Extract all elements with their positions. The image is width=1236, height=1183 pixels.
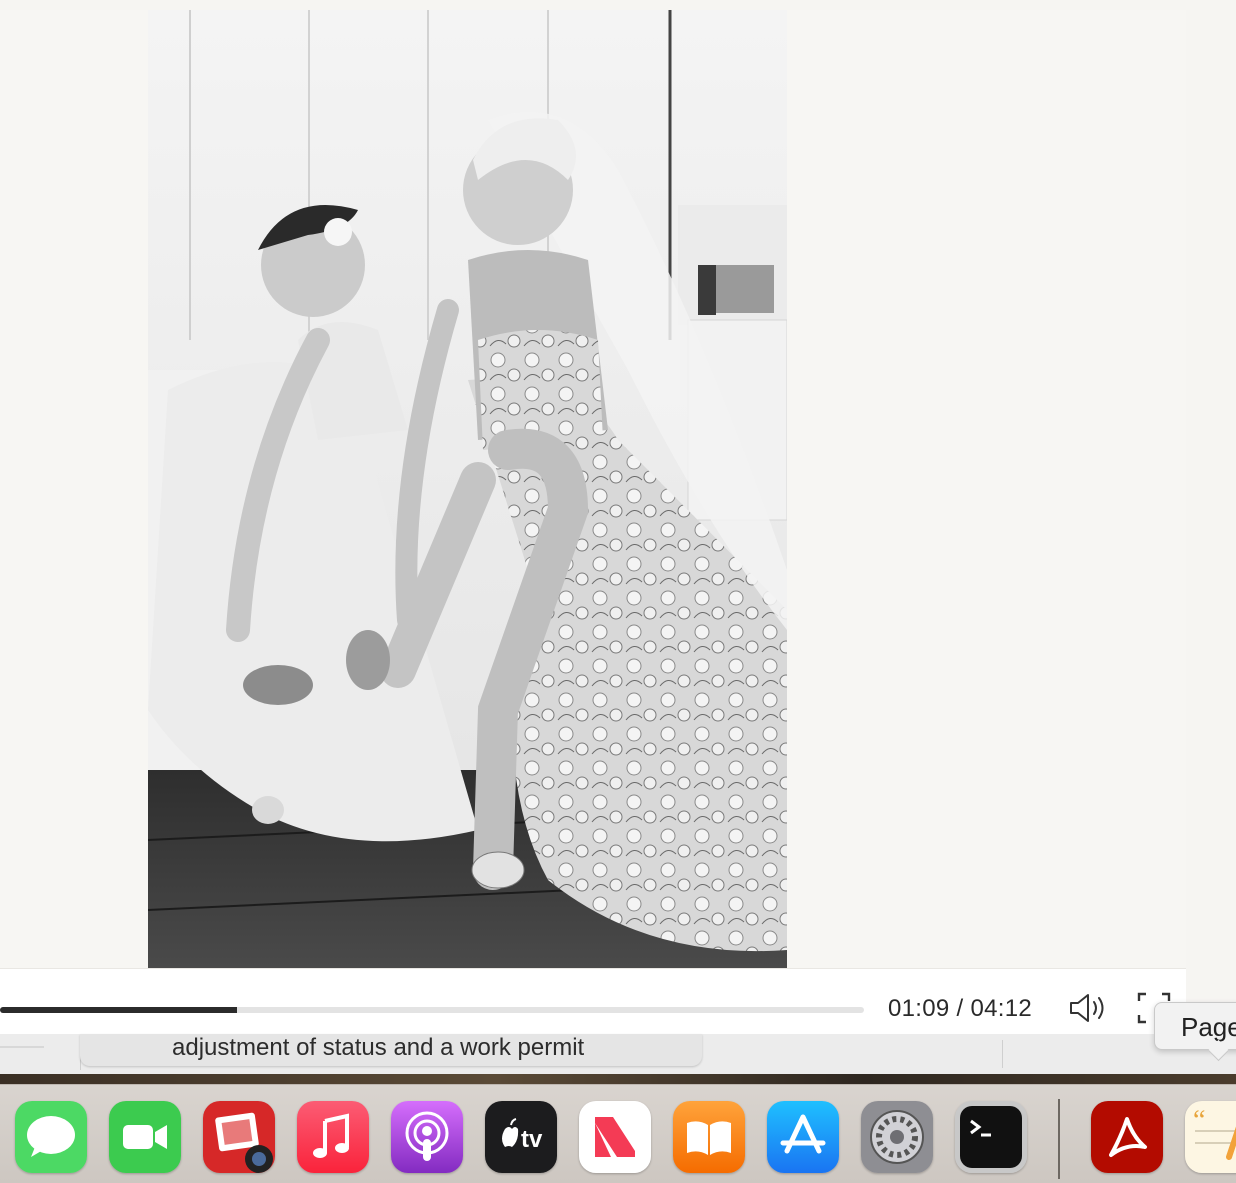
dock-app-terminal[interactable] bbox=[955, 1101, 1027, 1173]
dock-app-messages[interactable] bbox=[15, 1101, 87, 1173]
apple-tv-icon: tv bbox=[485, 1101, 557, 1173]
video-frame-image[interactable] bbox=[148, 10, 787, 968]
dock-app-podcasts[interactable] bbox=[391, 1101, 463, 1173]
progress-bar[interactable] bbox=[0, 1007, 864, 1013]
speaker-icon bbox=[1068, 994, 1112, 1029]
app-store-icon bbox=[767, 1101, 839, 1173]
tv-label: tv bbox=[521, 1126, 543, 1153]
dock-app-pages[interactable]: “ bbox=[1185, 1101, 1236, 1173]
video-controls-bar: 01:09 / 04:12 bbox=[0, 968, 1186, 1035]
facetime-icon bbox=[109, 1101, 181, 1173]
time-readout: 01:09 / 04:12 bbox=[888, 995, 1033, 1022]
terminal-icon bbox=[955, 1101, 1027, 1173]
dock-app-acrobat[interactable] bbox=[1091, 1101, 1163, 1173]
dock-app-app-store[interactable] bbox=[767, 1101, 839, 1173]
messages-icon bbox=[15, 1101, 87, 1173]
acrobat-icon bbox=[1091, 1101, 1163, 1173]
dock-tooltip: Page bbox=[1154, 1002, 1236, 1050]
progress-bar-fill bbox=[0, 1007, 237, 1013]
svg-text:“: “ bbox=[1193, 1105, 1205, 1136]
dock: tv “ bbox=[0, 1084, 1236, 1183]
books-icon bbox=[673, 1101, 745, 1173]
dock-app-facetime[interactable] bbox=[109, 1101, 181, 1173]
dock-app-books[interactable] bbox=[673, 1101, 745, 1173]
photo-booth-icon bbox=[203, 1101, 275, 1173]
volume-button[interactable] bbox=[1068, 991, 1112, 1025]
dock-app-tv[interactable]: tv bbox=[485, 1101, 557, 1173]
dock-separator bbox=[1058, 1099, 1060, 1179]
tab-strip: adjustment of status and a work permit bbox=[0, 1034, 1236, 1074]
news-icon bbox=[579, 1101, 651, 1173]
caption-text: adjustment of status and a work permit bbox=[172, 1034, 585, 1061]
podcasts-icon bbox=[391, 1101, 463, 1173]
tab-left[interactable] bbox=[0, 1036, 81, 1070]
system-preferences-icon bbox=[861, 1101, 933, 1173]
caption-box: adjustment of status and a work permit bbox=[80, 1034, 702, 1066]
dock-app-photo-booth[interactable] bbox=[203, 1101, 275, 1173]
music-icon bbox=[297, 1101, 369, 1173]
tooltip-label: Page bbox=[1181, 1012, 1236, 1042]
dock-app-system-preferences[interactable] bbox=[861, 1101, 933, 1173]
pages-icon: “ bbox=[1185, 1101, 1236, 1173]
divider bbox=[1002, 1040, 1003, 1068]
dock-app-music[interactable] bbox=[297, 1101, 369, 1173]
dock-app-news[interactable] bbox=[579, 1101, 651, 1173]
